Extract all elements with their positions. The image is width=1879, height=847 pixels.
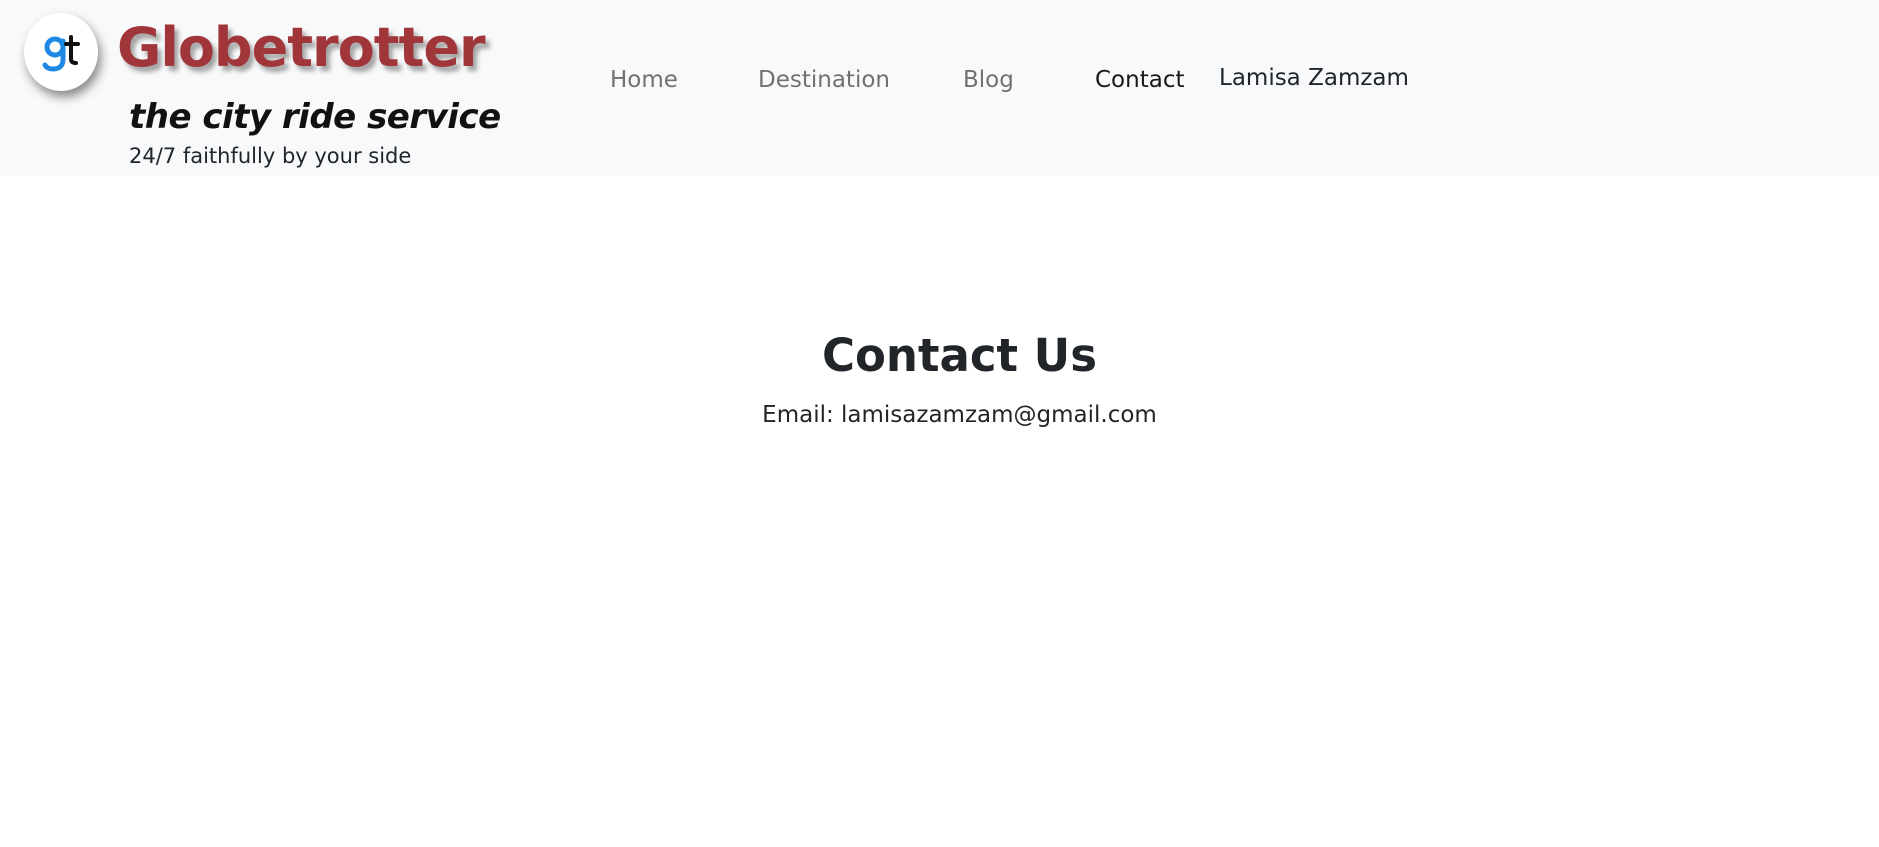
brand-tagline: the city ride service	[129, 97, 501, 137]
gt-logo-icon	[42, 35, 80, 72]
page-title: Contact Us	[821, 329, 1098, 382]
nav-link-destination[interactable]: Destination	[758, 64, 890, 96]
user-name: Lamisa Zamzam	[1219, 65, 1409, 91]
nav-link-contact[interactable]: Contact	[1095, 64, 1184, 96]
contact-email: Email: lamisazamzam@gmail.com	[762, 402, 1157, 428]
nav-link-home[interactable]: Home	[610, 64, 678, 96]
nav-link-blog[interactable]: Blog	[963, 64, 1014, 96]
navbar: Globetrotter the city ride service 24/7 …	[0, 0, 1879, 176]
logo-icon[interactable]	[24, 13, 98, 91]
brand-name[interactable]: Globetrotter	[117, 10, 486, 86]
brand-subtagline: 24/7 faithfully by your side	[129, 144, 412, 168]
